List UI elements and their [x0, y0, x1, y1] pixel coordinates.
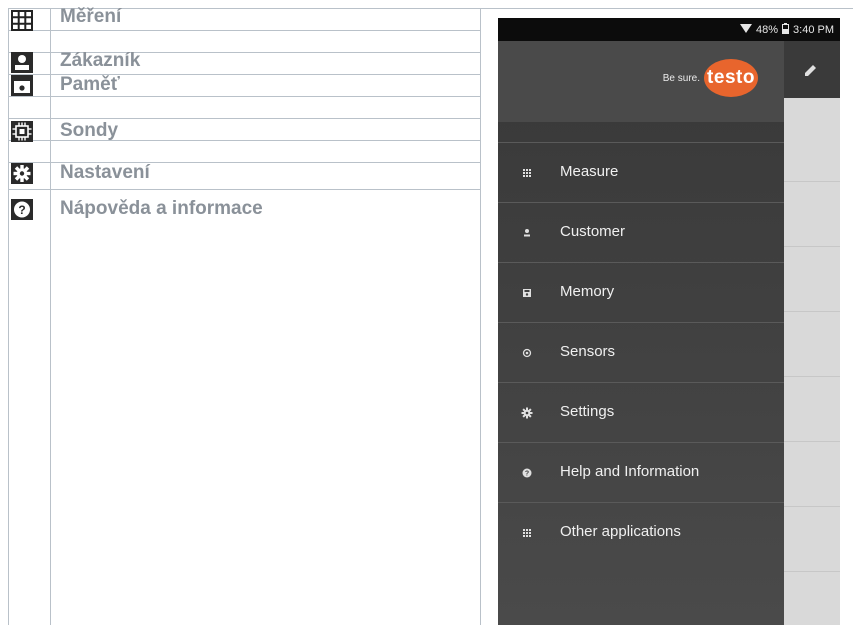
status-bar: 48% 3:40 PM: [498, 18, 840, 41]
clock: 3:40 PM: [793, 24, 834, 36]
help-icon: ?: [520, 466, 534, 480]
list-divider: [784, 506, 840, 507]
menu-item-label: Memory: [560, 283, 615, 300]
menu-item-label: Sensors: [560, 343, 616, 360]
gear-icon: [11, 163, 33, 184]
sensor-icon: [520, 346, 534, 360]
menu-item-label: Settings: [560, 403, 615, 420]
menu-item-label: Measure: [560, 163, 619, 180]
brand-tagline: Be sure.: [662, 72, 700, 84]
testo-logo: testo: [704, 59, 758, 97]
app-toolbar: [784, 41, 840, 98]
table-top-border: [8, 8, 853, 9]
row-divider: [8, 30, 480, 31]
list-divider: [784, 441, 840, 442]
screenshot-column-divider: [480, 8, 481, 625]
row-divider: [8, 118, 480, 119]
list-divider: [784, 376, 840, 377]
menu-item-settings[interactable]: Settings: [498, 382, 784, 442]
brand: Be sure. testo: [663, 59, 758, 97]
menu-item-label: Customer: [560, 223, 626, 240]
wifi-icon: [740, 24, 752, 36]
grid-icon: [520, 526, 534, 540]
legend-label-memory: Paměť: [60, 74, 120, 95]
row-divider: [8, 189, 480, 190]
battery-icon: [782, 23, 790, 37]
list-divider: [784, 311, 840, 312]
battery-level: 48%: [756, 24, 779, 36]
grid-icon: [520, 166, 534, 180]
grid-icon: [11, 10, 33, 31]
legend-label-help: Nápověda a informace: [60, 198, 263, 219]
legend-label-settings: Nastavení: [60, 162, 150, 183]
menu-item-help[interactable]: ? Help and Information: [498, 442, 784, 502]
person-icon: [11, 52, 33, 73]
gear-icon: [520, 406, 534, 420]
menu-item-label: Other applications: [560, 523, 681, 540]
help-icon: ?: [11, 199, 33, 220]
menu-item-other-applications[interactable]: Other applications: [498, 502, 784, 562]
menu-item-label: Help and Information: [560, 463, 700, 480]
drawer-header: Be sure. testo: [498, 41, 784, 122]
edit-icon[interactable]: [804, 63, 818, 82]
table-left-border: [8, 8, 9, 625]
legend-label-customer: Zákazník: [60, 50, 141, 71]
menu-item-measure[interactable]: Measure: [498, 142, 784, 202]
menu-item-sensors[interactable]: Sensors: [498, 322, 784, 382]
legend-label-sensors: Sondy: [60, 120, 119, 141]
memory-icon: [11, 75, 33, 96]
list-divider: [784, 246, 840, 247]
phone-screenshot: 48% 3:40 PM Be sure. testo Measure Custo…: [498, 18, 840, 625]
legend-label-measure: Měření: [60, 6, 122, 27]
memory-icon: [520, 286, 534, 300]
navigation-drawer: Be sure. testo Measure Customer Memory S…: [498, 41, 784, 625]
svg-text:?: ?: [18, 203, 25, 217]
row-divider: [8, 96, 480, 97]
svg-text:?: ?: [525, 471, 529, 478]
icon-column-divider: [50, 8, 51, 625]
list-divider: [784, 181, 840, 182]
person-icon: [520, 226, 534, 240]
sensor-icon: [11, 121, 33, 142]
list-divider: [784, 571, 840, 572]
content-pane: [784, 41, 840, 625]
menu-item-memory[interactable]: Memory: [498, 262, 784, 322]
menu-item-customer[interactable]: Customer: [498, 202, 784, 262]
